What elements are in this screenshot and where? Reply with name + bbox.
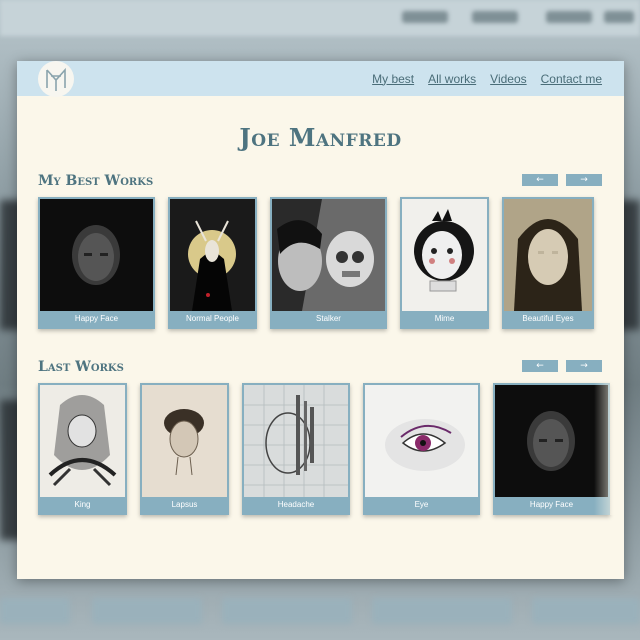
carousel-fade — [594, 383, 624, 515]
artwork-card[interactable]: Lapsus — [140, 383, 229, 515]
artwork-caption: Happy Face — [74, 314, 119, 323]
artwork-caption: Lapsus — [171, 500, 198, 509]
artwork-card[interactable]: Normal People — [168, 197, 257, 329]
arrow-left-icon: ← — [536, 175, 544, 185]
artwork-image — [272, 199, 385, 311]
artwork-caption: Beautiful Eyes — [522, 314, 574, 323]
artwork-image — [244, 385, 348, 497]
artwork-card[interactable]: Headache — [242, 383, 350, 515]
artwork-caption: King — [74, 500, 91, 509]
artwork-image — [170, 199, 255, 311]
artwork-caption: Headache — [277, 500, 315, 509]
arrow-right-icon: → — [580, 361, 588, 371]
artwork-image — [40, 385, 125, 497]
nav-all-works[interactable]: All works — [428, 72, 476, 86]
artwork-card[interactable]: Happy Face — [38, 197, 155, 329]
logo-icon — [46, 67, 66, 91]
portfolio-window: My best All works Videos Contact me Joe … — [17, 61, 624, 579]
section-best-works-header: My Best Works ← → — [17, 173, 624, 197]
artwork-card[interactable]: Happy Face — [493, 383, 610, 515]
artwork-image — [504, 199, 592, 311]
artwork-image — [365, 385, 478, 497]
artwork-caption: Stalker — [316, 314, 341, 323]
prev-button[interactable]: ← — [522, 360, 558, 372]
artwork-card[interactable]: Beautiful Eyes — [502, 197, 594, 329]
site-title: Joe Manfred — [239, 123, 402, 152]
artwork-caption: Normal People — [186, 314, 239, 323]
prev-button[interactable]: ← — [522, 174, 558, 186]
artwork-card[interactable]: King — [38, 383, 127, 515]
artwork-card[interactable]: Eye — [363, 383, 480, 515]
next-button[interactable]: → — [566, 360, 602, 372]
nav-videos[interactable]: Videos — [490, 72, 526, 86]
artwork-card[interactable]: Stalker — [270, 197, 387, 329]
arrow-left-icon: ← — [536, 361, 544, 371]
logo[interactable] — [38, 61, 74, 97]
nav-my-best[interactable]: My best — [372, 72, 414, 86]
last-works-carousel: King Lapsus Headache Eye Happy Face — [17, 383, 624, 515]
nav-contact-me[interactable]: Contact me — [541, 72, 602, 86]
best-works-carousel: Happy Face Normal People Stalker Mime Be… — [17, 197, 624, 329]
arrow-right-icon: → — [580, 175, 588, 185]
artwork-image — [40, 199, 153, 311]
navbar: My best All works Videos Contact me — [17, 61, 624, 97]
section-title: My Best Works — [38, 173, 154, 189]
artwork-image — [142, 385, 227, 497]
carousel-fade — [594, 197, 624, 329]
artwork-caption: Happy Face — [529, 500, 574, 509]
next-button[interactable]: → — [566, 174, 602, 186]
artwork-caption: Mime — [434, 314, 455, 323]
artwork-image — [402, 199, 487, 311]
artwork-caption: Eye — [414, 500, 429, 509]
section-last-works-header: Last Works ← → — [17, 359, 624, 383]
section-title: Last Works — [38, 359, 124, 375]
artwork-image — [495, 385, 608, 497]
artwork-card[interactable]: Mime — [400, 197, 489, 329]
